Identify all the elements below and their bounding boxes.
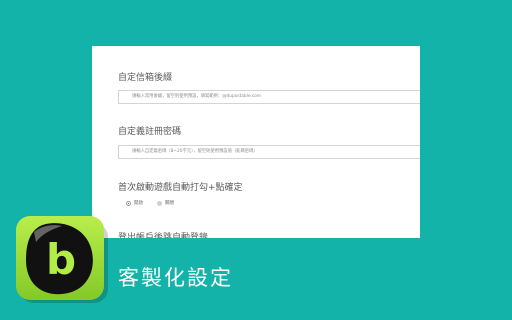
suffix-section-title: 自定信箱後綴 [118, 73, 173, 83]
radio-off-label: 關閉 [165, 201, 174, 206]
auto-check-section-title: 首次啟動遊戲自動打勾+點確定 [118, 183, 243, 193]
app-icon: b [16, 216, 104, 300]
auto-check-radio-group: 開啟 關閉 [126, 199, 188, 207]
password-input[interactable]: 請輸入自定義密碼（8~20字元），留空則使用預設值（亂碼密碼） [118, 145, 420, 159]
feature-caption: 客製化設定 [118, 266, 233, 290]
b-logo-letter: b [46, 235, 76, 284]
suffix-input[interactable]: 請輸入常用後綴，留空則使用預設，填寫範例：@dupostable.com [118, 90, 420, 104]
auto-login-section-title: 登出帳戶後跳自動登錄 [118, 233, 209, 238]
password-section-title: 自定義註冊密碼 [118, 127, 182, 137]
b-logo-icon: b [26, 223, 93, 295]
radio-off[interactable] [157, 200, 162, 206]
settings-panel: 自定信箱後綴 請輸入常用後綴，留空則使用預設，填寫範例：@dupostable.… [92, 46, 420, 238]
radio-on-label: 開啟 [134, 201, 143, 206]
radio-on[interactable] [126, 200, 131, 206]
